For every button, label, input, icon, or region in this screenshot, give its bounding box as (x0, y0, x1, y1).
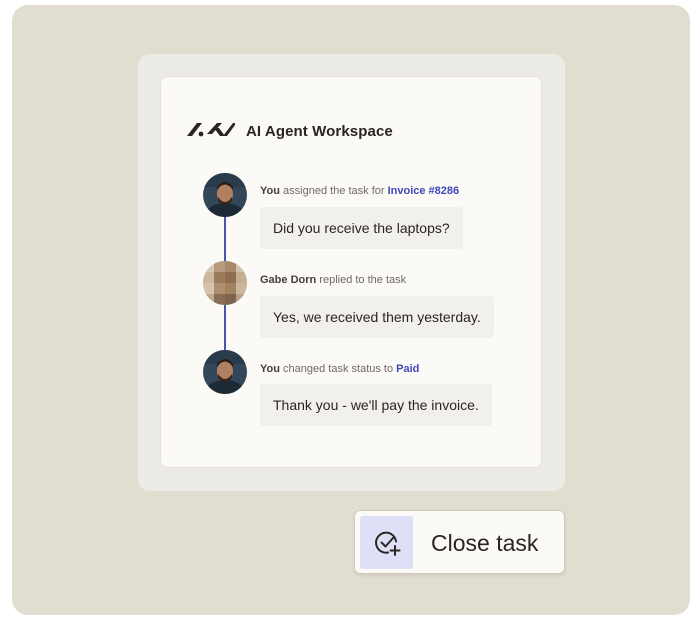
message-bubble: Thank you - we'll pay the invoice. (260, 384, 492, 426)
message-bubble: Yes, we received them yesterday. (260, 296, 494, 338)
entry-actor: You (260, 185, 280, 197)
entry-meta: Gabe Dorn replied to the task (260, 274, 406, 286)
close-task-icon-box (360, 516, 413, 569)
user-avatar (203, 173, 247, 217)
entry-action: replied to the task (316, 274, 407, 286)
check-circle-plus-icon (374, 531, 400, 556)
user-avatar (203, 350, 247, 394)
entry-action: changed task status to (279, 363, 397, 375)
workspace-title: AI Agent Workspace (246, 122, 393, 140)
close-task-button[interactable]: Close task (354, 510, 565, 574)
ai-agent-logo-icon (187, 123, 235, 137)
entry-actor: You (260, 363, 280, 375)
close-task-label: Close task (431, 530, 539, 556)
gabe-dorn-avatar-pixelated (203, 261, 247, 305)
status-paid: Paid (396, 363, 420, 375)
invoice-link[interactable]: Invoice #8286 (388, 185, 460, 197)
entry-meta: You changed task status to Paid (260, 363, 419, 375)
workspace-header: AI Agent Workspace (187, 119, 393, 143)
entry-actor: Gabe Dorn (260, 274, 317, 286)
message-bubble: Did you receive the laptops? (260, 207, 463, 249)
entry-action: assigned the task for (279, 185, 388, 197)
entry-meta: You assigned the task for Invoice #8286 (260, 185, 459, 197)
